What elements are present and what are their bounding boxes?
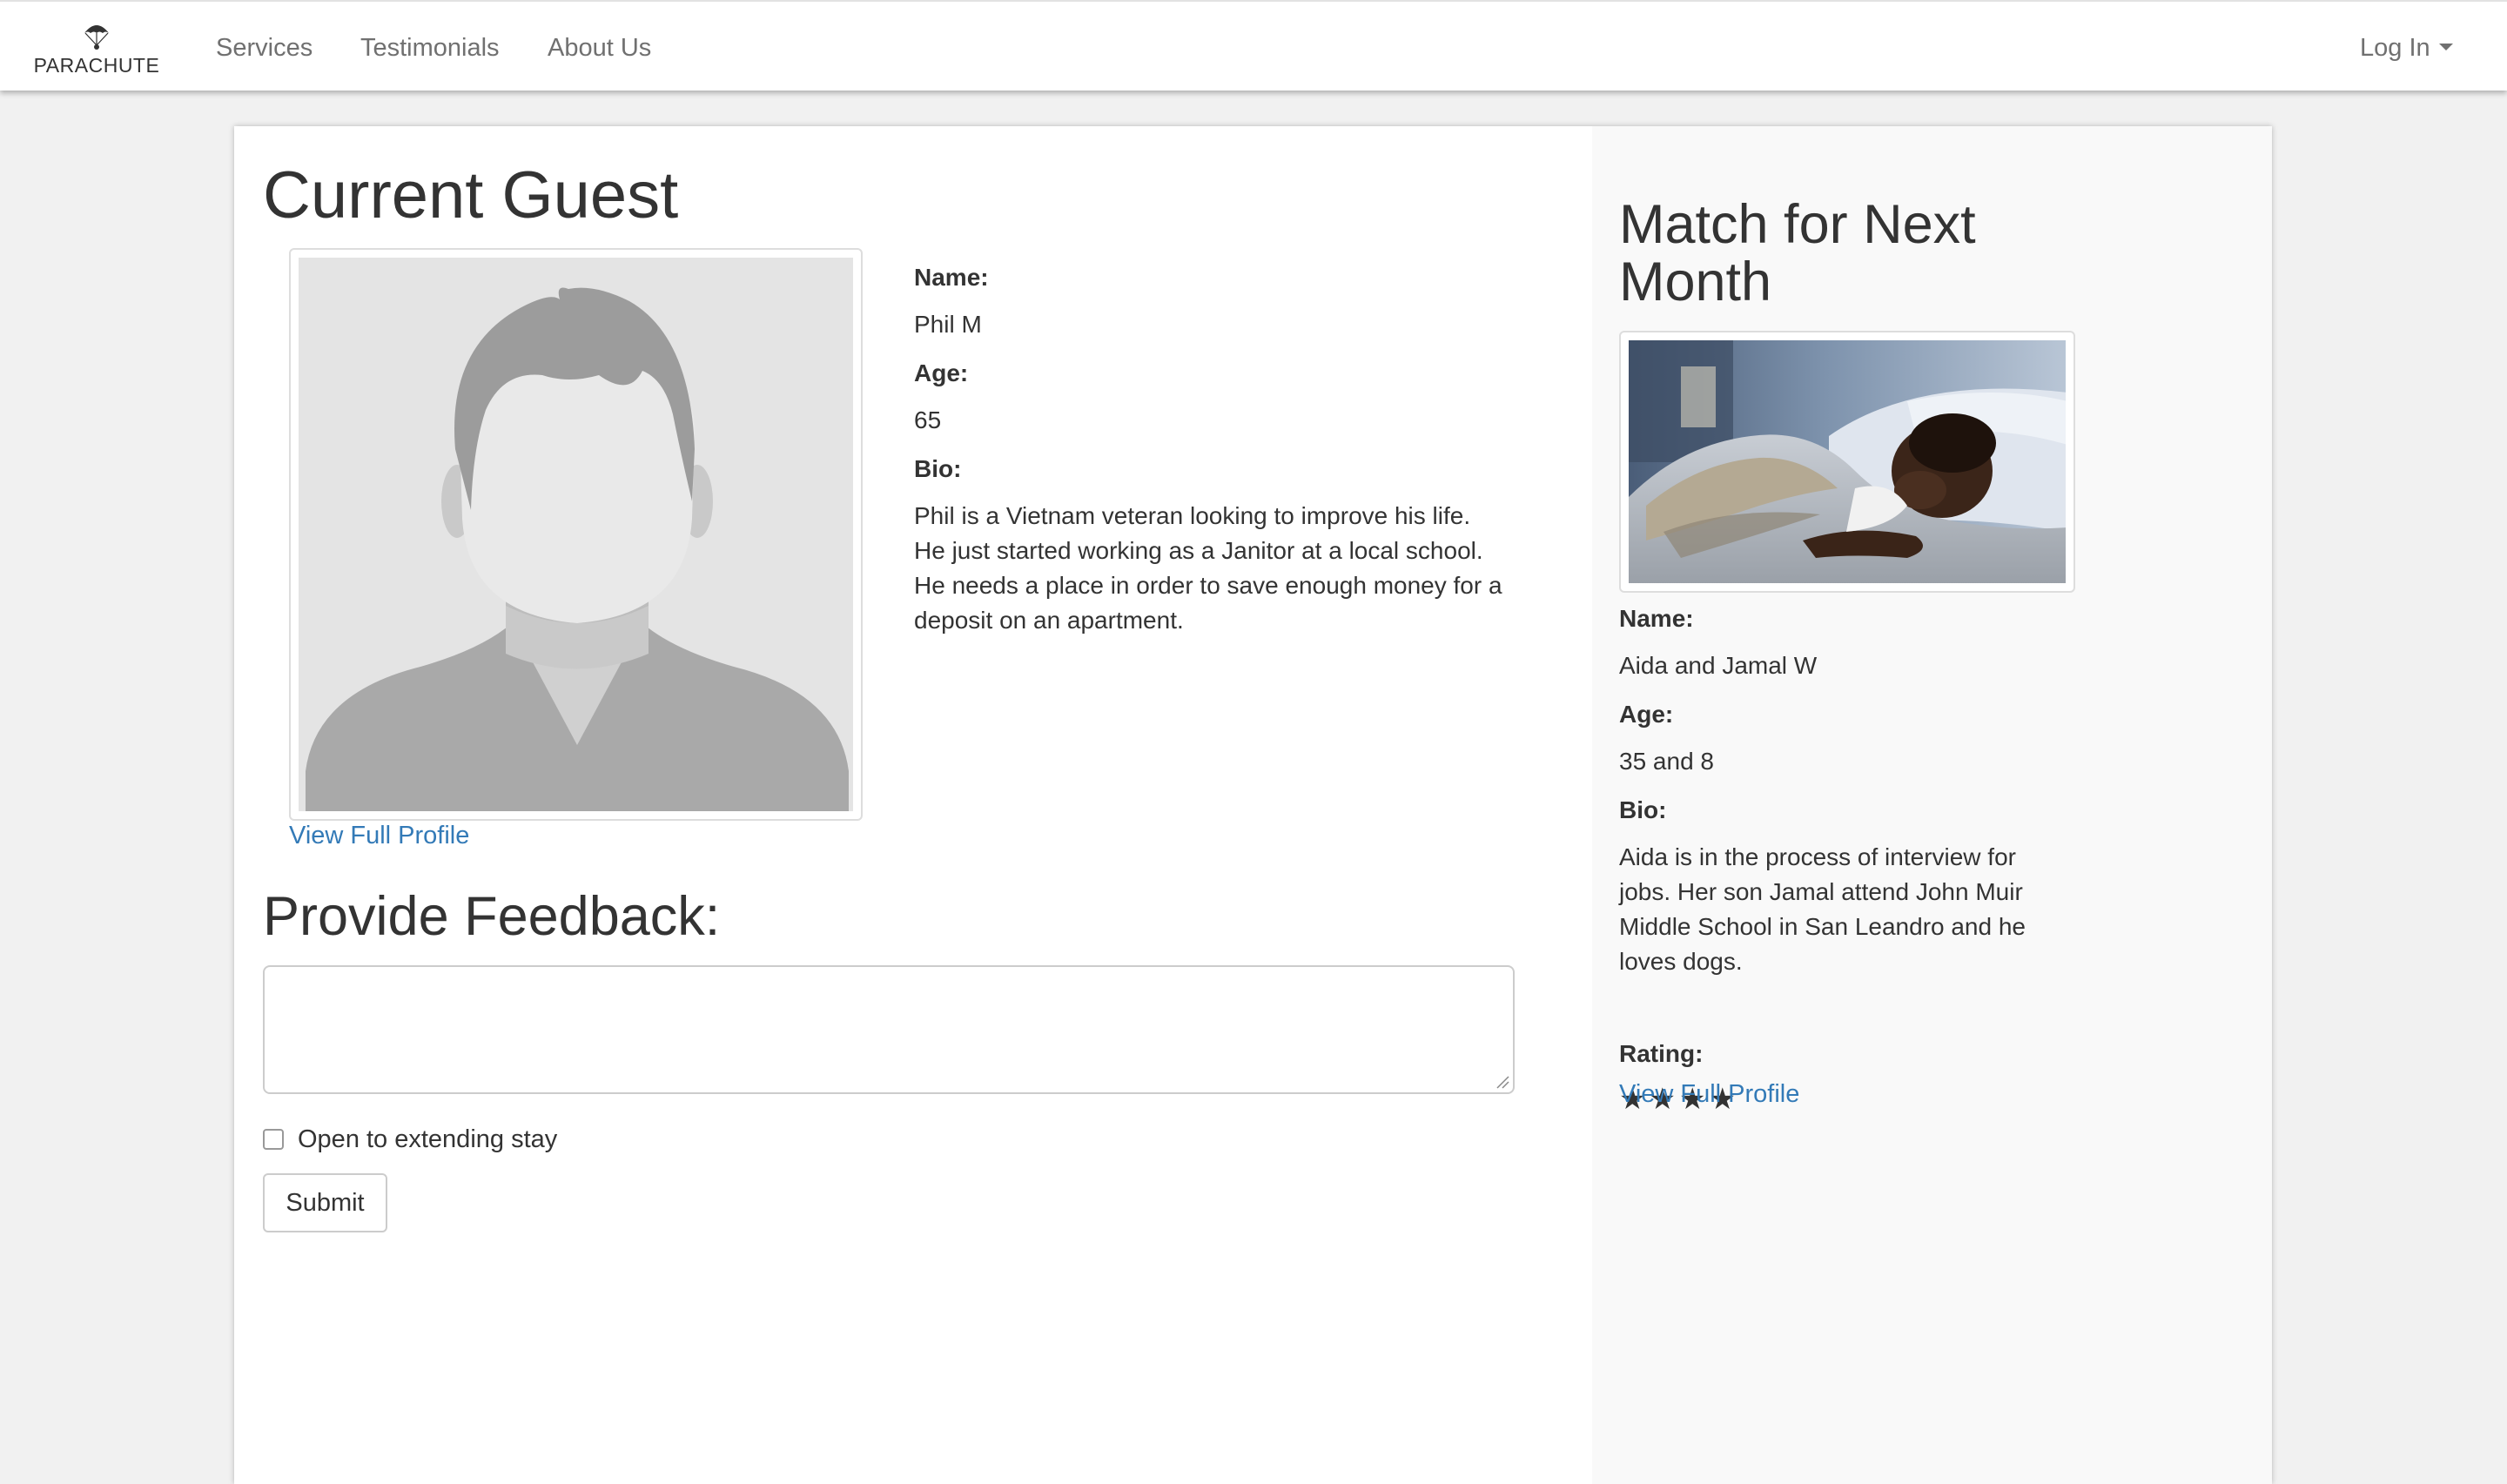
next-match-title: Match for Next Month [1619,194,1976,312]
chevron-down-icon [2438,44,2453,51]
sleeping-child-photo [1629,340,2066,583]
bio-label: Bio: [1619,796,1667,823]
feedback-textarea[interactable] [263,965,1515,1094]
match-bio: Aida is in the process of interview for … [1619,843,2026,975]
match-name: Aida and Jamal W [1619,652,1818,679]
feedback-title: Provide Feedback: [263,886,721,947]
name-label: Name: [914,264,989,291]
current-guest-avatar [289,248,863,821]
bio-label: Bio: [914,455,962,482]
login-label: Log In [2360,34,2430,62]
name-label: Name: [1619,605,1694,632]
main-card: Current Guest View Full Profile Name: Ph… [234,126,2272,1484]
top-navbar: PARACHUTE Services Testimonials About Us… [0,0,2507,91]
brand-logo[interactable]: PARACHUTE [33,21,160,82]
nav-link-about-us[interactable]: About Us [548,33,651,63]
guest-name: Phil M [914,311,982,338]
age-label: Age: [914,359,969,386]
parachute-icon [84,25,109,50]
guest-age: 65 [914,406,942,433]
age-label: Age: [1619,701,1674,728]
brand-name: PARACHUTE [33,54,160,77]
extend-stay-label[interactable]: Open to extending stay [298,1125,557,1154]
match-age: 35 and 8 [1619,748,1714,775]
extend-stay-checkbox[interactable] [263,1129,284,1150]
next-match-photo [1619,331,2075,593]
next-match-profile-link[interactable]: View Full Profile [1619,1078,1799,1110]
login-dropdown[interactable]: Log In [2360,33,2453,63]
submit-button[interactable]: Submit [263,1173,387,1232]
rating-label: Rating: [1619,1040,1704,1067]
next-match-panel [1592,126,2272,1484]
resize-grip-icon[interactable] [1495,1075,1509,1089]
nav-link-testimonials[interactable]: Testimonials [360,33,500,63]
person-placeholder-icon [299,258,853,811]
guest-bio: Phil is a Vietnam veteran looking to imp… [914,502,1502,634]
current-guest-title: Current Guest [263,158,679,232]
extend-stay-option[interactable]: Open to extending stay [263,1124,557,1155]
current-guest-profile-link[interactable]: View Full Profile [289,820,469,851]
nav-link-services[interactable]: Services [216,33,313,63]
